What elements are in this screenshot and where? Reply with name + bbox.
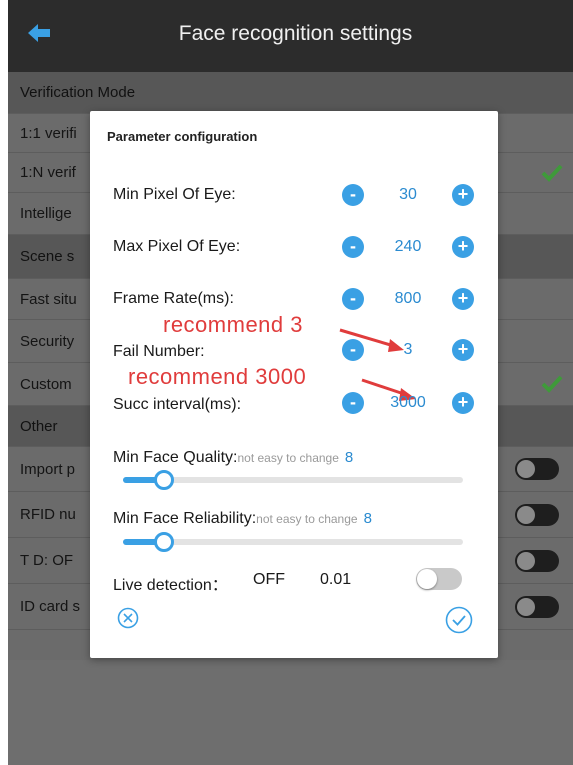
- row-label: 1:1 verifi: [20, 124, 77, 142]
- dialog-title: Parameter configuration: [107, 129, 258, 144]
- row-label: Import p: [20, 460, 76, 478]
- param-value-max-pixel-eye: 240: [394, 238, 422, 255]
- increase-button-fail-number[interactable]: +: [452, 339, 474, 361]
- row-label: Other: [20, 417, 58, 435]
- cancel-button[interactable]: [117, 607, 139, 629]
- param-label-fail-number: Fail Number:: [113, 343, 205, 360]
- row-toggle[interactable]: [515, 549, 559, 572]
- increase-button-frame-rate[interactable]: +: [452, 288, 474, 310]
- page-title: Face recognition settings: [178, 22, 413, 45]
- app-screen: Face recognition settings Verification M…: [8, 0, 573, 765]
- slider-thumb-min-face-quality[interactable]: [153, 470, 174, 490]
- row-label: RFID nu: [20, 506, 76, 523]
- slider-track-min-face-reliability[interactable]: [123, 539, 463, 545]
- live-detection-threshold: 0.01: [320, 571, 352, 588]
- param-label-succ-interval: Succ interval(ms):: [113, 396, 242, 413]
- slider-thumb-min-face-reliability[interactable]: [153, 532, 174, 552]
- decrease-button-min-pixel-eye[interactable]: -: [342, 184, 364, 206]
- parameter-dialog: Parameter configuration Min Pixel Of Eye…: [90, 111, 498, 658]
- row-toggle[interactable]: [515, 595, 559, 618]
- confirm-button[interactable]: [445, 606, 473, 634]
- increase-button-max-pixel-eye[interactable]: +: [452, 236, 474, 258]
- slider-title: Min Face Quality:: [113, 449, 238, 466]
- increase-button-succ-interval[interactable]: +: [452, 392, 474, 414]
- slider-track-min-face-quality[interactable]: [123, 477, 463, 483]
- row-label: Fast situ: [20, 290, 77, 308]
- row-label: Scene s: [20, 248, 75, 265]
- live-detection-label: Live detection：: [113, 577, 228, 594]
- annotation-recommend-3000: recommend 3000: [128, 364, 307, 389]
- decrease-button-fail-number[interactable]: -: [342, 339, 364, 361]
- row-toggle[interactable]: [515, 503, 559, 526]
- decrease-button-frame-rate[interactable]: -: [342, 288, 364, 310]
- empty-area: [8, 660, 573, 765]
- slider-label-min-face-reliability: Min Face Reliability:not easy to change 8: [113, 510, 372, 528]
- slider-title: Min Face Reliability:: [113, 510, 257, 527]
- row-label: Security: [20, 332, 75, 350]
- row-label: Verification Mode: [20, 84, 136, 101]
- row-label: Custom: [20, 375, 72, 393]
- title-bar: Face recognition settings: [8, 0, 573, 72]
- param-value-succ-interval: 3000: [390, 394, 426, 411]
- slider-hint: not easy to change: [256, 512, 358, 526]
- checkmark-icon: [541, 375, 563, 393]
- slider-label-min-face-quality: Min Face Quality:not easy to change 8: [113, 449, 353, 467]
- row-label: T D: OF: [20, 552, 74, 569]
- param-label-min-pixel-eye: Min Pixel Of Eye:: [113, 186, 236, 203]
- slider-hint: not easy to change: [237, 451, 339, 465]
- param-value-frame-rate: 800: [394, 290, 422, 307]
- live-detection-toggle[interactable]: [416, 568, 462, 590]
- slider-value: 8: [363, 510, 372, 527]
- checkmark-icon: [541, 164, 563, 182]
- decrease-button-succ-interval[interactable]: -: [342, 392, 364, 414]
- param-value-min-pixel-eye: 30: [399, 186, 417, 203]
- slider-value: 8: [344, 449, 354, 466]
- row-label: 1:N verif: [20, 164, 76, 181]
- increase-button-min-pixel-eye[interactable]: +: [452, 184, 474, 206]
- section-header: Verification Mode: [8, 72, 573, 114]
- row-toggle[interactable]: [515, 458, 559, 480]
- row-label: ID card s: [20, 598, 81, 615]
- annotation-recommend-3: recommend 3: [163, 312, 304, 337]
- decrease-button-max-pixel-eye[interactable]: -: [342, 236, 364, 258]
- param-label-max-pixel-eye: Max Pixel Of Eye:: [113, 238, 241, 255]
- param-value-fail-number: 3: [403, 341, 413, 358]
- row-label: Intellige: [20, 205, 72, 222]
- live-detection-state: OFF: [253, 571, 285, 588]
- param-label-frame-rate: Frame Rate(ms):: [113, 290, 234, 307]
